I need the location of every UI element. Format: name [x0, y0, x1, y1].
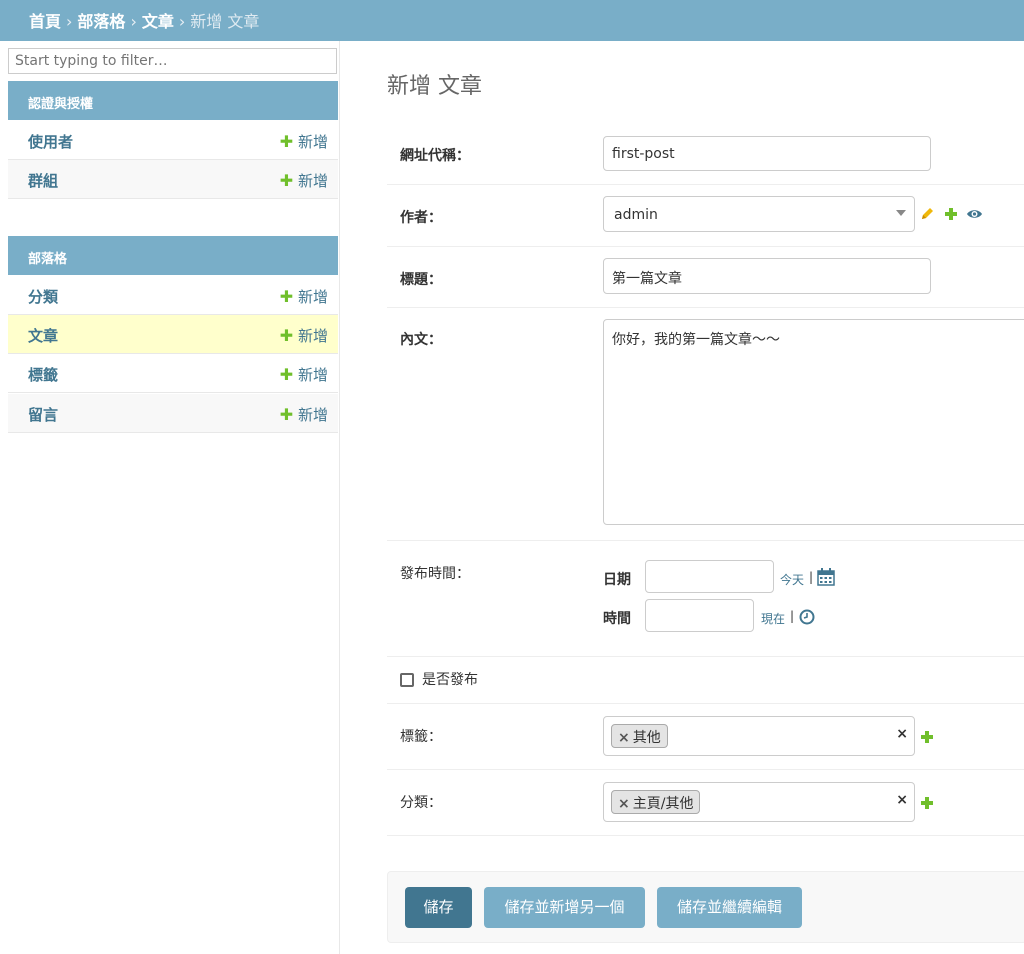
plus-icon: ✚ [279, 171, 294, 190]
clear-icon[interactable]: × [896, 726, 908, 742]
published-label: 是否發布 [422, 672, 478, 688]
breadcrumb-model[interactable]: 文章 [142, 12, 174, 31]
category-multiselect[interactable]: × 主頁/其他 × [603, 782, 915, 822]
form-row-author: 作者： admin [387, 184, 1024, 247]
sidebar-item-categories[interactable]: 分類 ✚ 新增 [8, 276, 338, 315]
add-label: 新增 [297, 288, 328, 306]
plus-icon: ✚ [279, 132, 294, 151]
save-continue-button[interactable]: 儲存並繼續編輯 [657, 887, 802, 928]
form-row-title: 標題： 第一篇文章 [387, 246, 1024, 308]
sidebar-item-label[interactable]: 分類 [28, 286, 58, 307]
sidebar-item-groups[interactable]: 群組 ✚ 新增 [8, 160, 338, 199]
form-row-tags: 標籤： × 其他 × [387, 703, 1024, 770]
title-label: 標題： [400, 272, 442, 288]
time-label: 時間 [603, 611, 631, 627]
plus-icon: ✚ [279, 405, 294, 424]
sidebar-item-posts[interactable]: 文章 ✚ 新增 [8, 315, 338, 354]
clear-icon[interactable]: × [896, 792, 908, 808]
calendar-icon[interactable] [817, 568, 835, 586]
author-selected-value: admin [614, 207, 658, 223]
breadcrumb-current: 新增 文章 [190, 12, 260, 31]
pipe-separator: | [790, 609, 795, 623]
page-title: 新增 文章 [387, 74, 482, 99]
plus-icon: ✚ [279, 326, 294, 345]
form-row-category: 分類： × 主頁/其他 × [387, 769, 1024, 836]
add-comment-link[interactable]: ✚ 新增 [280, 404, 328, 425]
add-label: 新增 [297, 172, 328, 190]
add-label: 新增 [297, 366, 328, 384]
add-user-link[interactable]: ✚ 新增 [280, 131, 328, 152]
content-main: 新增 文章 網址代稱： first-post 作者： admin 標題： 第一篇… [340, 41, 1024, 954]
tags-multiselect[interactable]: × 其他 × [603, 716, 915, 756]
form-row-published: 是否發布 [387, 656, 1024, 704]
form-row-body: 內文： 你好，我的第一篇文章～～ [387, 307, 1024, 541]
add-label: 新增 [297, 133, 328, 151]
sidebar-item-label[interactable]: 標籤 [28, 364, 58, 385]
sidebar-item-label[interactable]: 使用者 [28, 131, 73, 152]
author-select[interactable]: admin [603, 196, 915, 232]
add-tag-icon[interactable] [920, 730, 934, 744]
author-label: 作者： [400, 210, 442, 226]
plus-icon: ✚ [279, 287, 294, 306]
view-eye-icon[interactable] [966, 208, 983, 220]
sidebar-item-label[interactable]: 群組 [28, 170, 58, 191]
clock-icon[interactable] [799, 609, 815, 625]
breadcrumb-separator: › [130, 12, 137, 31]
tag-chip: × 其他 [611, 724, 668, 748]
breadcrumb-separator: › [66, 12, 73, 31]
body-textarea[interactable]: 你好，我的第一篇文章～～ [603, 319, 1024, 525]
date-input[interactable] [645, 560, 774, 593]
now-link[interactable]: 現在 [761, 610, 785, 627]
add-post-link[interactable]: ✚ 新增 [280, 325, 328, 346]
breadcrumb: 首頁 › 部落格 › 文章 › 新增 文章 [29, 8, 259, 32]
slug-input[interactable]: first-post [603, 136, 931, 171]
save-add-another-button[interactable]: 儲存並新增另一個 [484, 887, 645, 928]
slug-label: 網址代稱： [400, 148, 470, 164]
add-label: 新增 [297, 406, 328, 424]
add-author-icon[interactable] [944, 207, 958, 221]
time-input[interactable] [645, 599, 754, 632]
sidebar-item-comments[interactable]: 留言 ✚ 新增 [8, 394, 338, 433]
header-bar: 首頁 › 部落格 › 文章 › 新增 文章 [0, 0, 1024, 41]
chip-label: 主頁/其他 [632, 796, 694, 812]
module-caption-blog[interactable]: 部落格 [8, 236, 338, 275]
nav-sidebar: 認證與授權 使用者 ✚ 新增 群組 ✚ 新增 部落格 分類 ✚ 新增 文章 ✚ … [0, 41, 340, 954]
breadcrumb-home[interactable]: 首頁 [29, 12, 61, 31]
tags-label: 標籤： [400, 729, 442, 745]
published-checkbox[interactable] [400, 673, 414, 687]
date-label: 日期 [603, 572, 631, 588]
category-chip: × 主頁/其他 [611, 790, 701, 814]
chip-remove-icon[interactable]: × [618, 730, 630, 746]
publish-time-label: 發布時間： [400, 566, 470, 582]
sidebar-item-label[interactable]: 留言 [28, 404, 58, 425]
body-label: 內文： [400, 332, 442, 348]
form-row-publish-time: 發布時間： 日期 今天 | 時間 現在 | [387, 540, 1024, 657]
form-row-slug: 網址代稱： first-post [387, 124, 1024, 185]
chip-remove-icon[interactable]: × [618, 796, 630, 812]
add-tag-link[interactable]: ✚ 新增 [280, 364, 328, 385]
add-group-link[interactable]: ✚ 新增 [280, 170, 328, 191]
plus-icon: ✚ [279, 365, 294, 384]
add-category-icon[interactable] [920, 796, 934, 810]
breadcrumb-separator: › [178, 12, 186, 31]
sidebar-item-label[interactable]: 文章 [28, 325, 58, 346]
pipe-separator: | [809, 570, 814, 584]
title-input[interactable]: 第一篇文章 [603, 258, 931, 294]
module-caption-auth[interactable]: 認證與授權 [8, 81, 338, 120]
nav-filter-input[interactable] [8, 48, 337, 74]
sidebar-item-users[interactable]: 使用者 ✚ 新增 [8, 121, 338, 160]
add-category-link[interactable]: ✚ 新增 [280, 286, 328, 307]
sidebar-item-tags[interactable]: 標籤 ✚ 新增 [8, 354, 338, 393]
today-link[interactable]: 今天 [780, 571, 804, 588]
edit-pencil-icon[interactable] [920, 207, 934, 221]
chevron-down-icon [896, 210, 906, 216]
category-label: 分類： [400, 795, 442, 811]
add-label: 新增 [297, 327, 328, 345]
save-button[interactable]: 儲存 [405, 887, 472, 928]
chip-label: 其他 [632, 730, 661, 746]
breadcrumb-app[interactable]: 部落格 [77, 12, 125, 31]
